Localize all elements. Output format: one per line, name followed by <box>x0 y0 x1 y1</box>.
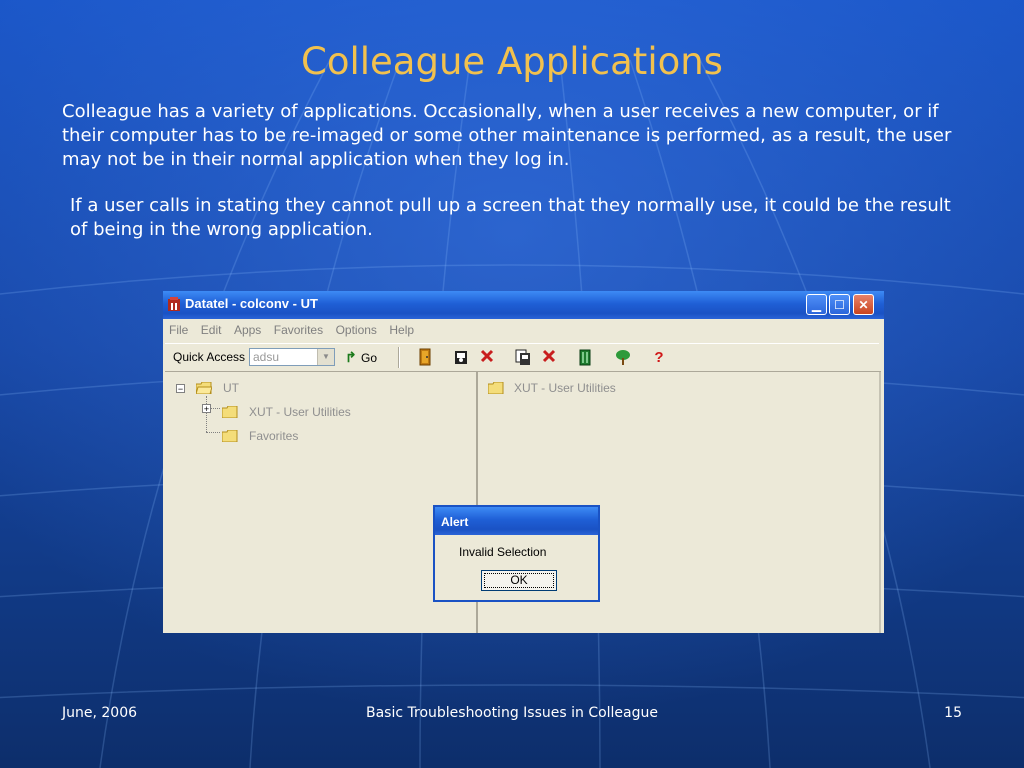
paragraph-wrong-application: If a user calls in stating they cannot p… <box>70 195 951 240</box>
alert-title: Alert <box>441 515 469 529</box>
quick-access-value: adsu <box>253 350 280 364</box>
footer-title: Basic Troubleshooting Issues in Colleagu… <box>365 705 659 721</box>
delete-x-icon[interactable] <box>477 348 497 368</box>
ok-button[interactable]: OK <box>481 570 557 591</box>
maximize-icon: ☐ <box>834 298 845 312</box>
tree-node-favorites[interactable]: Favorites <box>249 429 298 443</box>
chevron-down-icon[interactable]: ▼ <box>317 349 334 365</box>
pane-border <box>879 372 881 633</box>
tree-pane: − UT + XUT - User Utilities Favorites <box>165 372 478 633</box>
window-title: Datatel - colconv - UT <box>185 296 318 311</box>
toolbar: Quick Access adsu ▼ ↱ Go ? <box>165 343 879 372</box>
slide-number: 15 <box>944 705 962 721</box>
alert-dialog: Alert Invalid Selection OK <box>433 505 600 602</box>
tree-connector <box>206 396 207 432</box>
menu-favorites[interactable]: Favorites <box>274 319 323 341</box>
minimize-icon: ▁ <box>811 298 822 312</box>
close-button[interactable]: ✕ <box>853 294 874 315</box>
tree-node-root[interactable]: UT <box>223 381 239 395</box>
menu-edit[interactable]: Edit <box>201 319 222 341</box>
green-door-icon[interactable] <box>575 348 595 368</box>
collapse-icon[interactable]: − <box>176 384 185 394</box>
folder-open-icon <box>196 382 212 394</box>
paragraph-intro: Colleague has a variety of applications.… <box>62 101 952 170</box>
quick-access-input[interactable]: adsu ▼ <box>249 348 335 366</box>
quick-access-label: Quick Access <box>173 350 246 364</box>
folder-icon <box>222 430 238 442</box>
tree-icon[interactable] <box>613 348 633 368</box>
detail-item-xut[interactable]: XUT - User Utilities <box>514 381 616 395</box>
tree-connector <box>206 432 220 433</box>
maximize-button[interactable]: ☐ <box>829 294 850 315</box>
menu-bar: File Edit Apps Favorites Options Help <box>163 319 884 341</box>
go-label: Go <box>361 351 378 365</box>
datatel-app-icon <box>168 297 180 311</box>
close-icon: ✕ <box>858 298 869 312</box>
folder-icon <box>488 382 504 394</box>
toolbar-separator <box>398 347 400 368</box>
go-arrow-icon: ↱ <box>345 349 357 365</box>
go-button[interactable]: ↱ Go <box>343 348 383 368</box>
menu-help[interactable]: Help <box>389 319 414 341</box>
alert-message: Invalid Selection <box>459 545 547 559</box>
window-titlebar[interactable]: Datatel - colconv - UT ▁ ☐ ✕ <box>163 291 884 319</box>
tree-node-xut[interactable]: XUT - User Utilities <box>249 405 351 419</box>
lock-person-icon[interactable] <box>451 348 471 368</box>
minimize-button[interactable]: ▁ <box>806 294 827 315</box>
help-question-icon[interactable]: ? <box>649 348 669 368</box>
cancel-x-icon[interactable] <box>539 348 559 368</box>
menu-file[interactable]: File <box>169 319 188 341</box>
expand-icon[interactable]: + <box>202 404 211 414</box>
copy-lock-icon[interactable] <box>513 348 533 368</box>
menu-apps[interactable]: Apps <box>234 319 261 341</box>
slide-title: Colleague Applications <box>301 40 723 83</box>
exit-door-icon[interactable] <box>415 348 435 368</box>
menu-options[interactable]: Options <box>336 319 377 341</box>
alert-titlebar[interactable]: Alert <box>435 507 598 535</box>
folder-icon <box>222 406 238 418</box>
